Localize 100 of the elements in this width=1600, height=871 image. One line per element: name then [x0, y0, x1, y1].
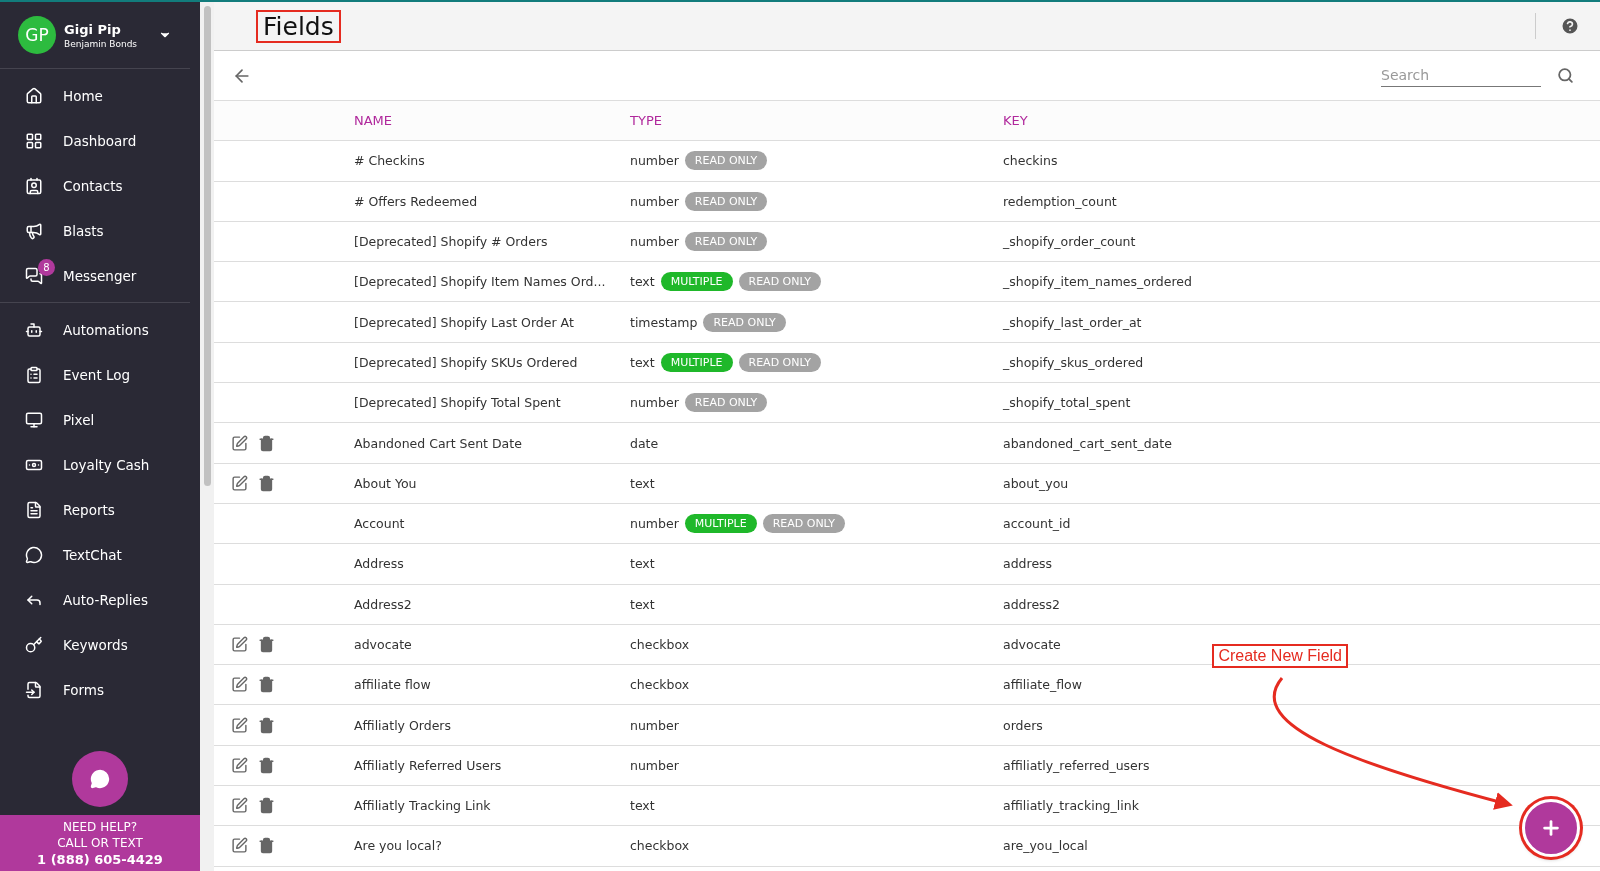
table-cell-text: _shopify_total_spent — [1003, 395, 1132, 411]
table-cell: text — [630, 475, 655, 491]
table-cell-text: about_you — [1003, 475, 1070, 491]
tag: READ ONLY — [738, 272, 821, 292]
table-cell-text: advocate — [1003, 637, 1062, 652]
document-icon — [25, 500, 43, 519]
edit-icon[interactable] — [231, 636, 248, 653]
robot-icon — [25, 320, 43, 339]
nav-item[interactable]: Pixel — [0, 397, 190, 442]
table-cell: timestamp — [630, 314, 698, 330]
nav-item[interactable]: Loyalty Cash — [0, 442, 190, 487]
trash-icon[interactable] — [258, 716, 275, 734]
table-cell-text: affiliatly_referred_users — [1003, 757, 1151, 773]
table-cell: checkbox — [630, 677, 690, 693]
tag: READ ONLY — [703, 312, 786, 332]
table-cell-text: [Deprecated] Shopify Item Names Ord... — [354, 274, 607, 290]
edit-icon[interactable] — [231, 676, 248, 694]
avatar: GP — [18, 16, 56, 54]
trash-icon[interactable] — [258, 837, 275, 855]
table-cell-text: abandoned_cart_sent_date — [1003, 435, 1173, 451]
nav-item[interactable]: Automations — [0, 307, 190, 352]
trash-icon[interactable] — [258, 434, 275, 452]
column-header[interactable]: NAME — [354, 113, 630, 129]
help-text: NEED HELP? — [62, 820, 138, 834]
add-button[interactable] — [1522, 799, 1580, 857]
table-cell: text — [630, 596, 655, 612]
trash-icon[interactable] — [258, 797, 275, 815]
edit-icon[interactable] — [231, 474, 248, 492]
nav-item[interactable]: Auto-Replies — [0, 577, 190, 622]
table-cell-text: _shopify_skus_ordered — [1003, 354, 1145, 370]
table-cell: text — [630, 798, 655, 814]
table-cell: text — [630, 274, 655, 290]
table-cell-text: checkins — [1003, 153, 1059, 169]
edit-icon[interactable] — [231, 716, 248, 734]
table-cell-text: Address — [354, 556, 405, 572]
phone-number[interactable]: 1 (888) 605-4429 — [37, 852, 163, 867]
column-header[interactable]: TYPE — [630, 113, 1003, 129]
table-cell-text: Account — [354, 516, 406, 532]
trash-icon[interactable] — [258, 676, 275, 694]
user-subtitle: Benjamin Bonds — [64, 38, 139, 49]
table-cell: date — [630, 435, 659, 451]
table-cell-text: Are you local? — [354, 838, 443, 854]
chat-icon — [90, 769, 110, 789]
edit-icon[interactable] — [231, 756, 248, 774]
table-cell-text: # Offers Redeemed — [354, 193, 479, 209]
table-cell-text: [Deprecated] Shopify SKUs Ordered — [354, 354, 579, 370]
contact-card-icon — [25, 176, 43, 195]
nav-item[interactable]: Keywords — [0, 622, 190, 667]
nav-item[interactable]: Event Log — [0, 352, 190, 397]
table-cell-text: address — [1003, 556, 1054, 572]
tag: READ ONLY — [684, 393, 768, 413]
speech-bubble-icon — [25, 545, 43, 564]
home-icon — [25, 86, 43, 105]
table-cell-text: _shopify_order_count — [1003, 234, 1137, 250]
form-icon — [25, 680, 43, 699]
monitor-icon — [25, 410, 43, 429]
table-cell-text: redemption_count — [1003, 193, 1118, 209]
chat-button[interactable] — [72, 751, 128, 807]
tag: READ ONLY — [684, 151, 768, 171]
nav-item[interactable]: Blasts — [0, 208, 190, 253]
tag: MULTIPLE — [660, 272, 733, 292]
help-icon[interactable] — [1560, 16, 1580, 36]
tag: MULTIPLE — [660, 352, 733, 372]
table-cell-text: Address2 — [354, 596, 413, 612]
nav-item[interactable]: TextChat — [0, 532, 190, 577]
trash-icon[interactable] — [258, 474, 275, 492]
trash-icon[interactable] — [258, 636, 275, 653]
trash-icon[interactable] — [258, 756, 275, 774]
nav-item[interactable]: Reports — [0, 487, 190, 532]
nav-item[interactable]: 8 Messenger — [0, 253, 190, 298]
table-cell: number — [630, 516, 679, 532]
scrollbar[interactable] — [200, 2, 214, 871]
table-cell: number — [630, 757, 679, 773]
table-cell-text: # Checkins — [354, 153, 426, 169]
table-cell-text: advocate — [354, 637, 413, 652]
edit-icon[interactable] — [231, 434, 248, 452]
table-cell-text: affiliate_flow — [1003, 677, 1083, 693]
chat-bubbles-icon — [25, 266, 43, 285]
nav-item[interactable]: Home — [0, 73, 190, 118]
table-cell-text: Affiliatly Referred Users — [354, 757, 503, 773]
table-cell: text — [630, 354, 655, 370]
table-cell-text: _shopify_last_order_at — [1003, 314, 1143, 330]
search-icon[interactable] — [1557, 67, 1574, 84]
column-header[interactable]: KEY — [1003, 113, 1600, 129]
table-cell-text: [Deprecated] Shopify Last Order At — [354, 314, 575, 330]
table-cell-text: orders — [1003, 717, 1044, 733]
edit-icon[interactable] — [231, 797, 248, 815]
nav-item[interactable]: Forms — [0, 667, 190, 712]
megaphone-icon — [25, 221, 43, 240]
table-cell-text: Affiliatly Tracking Link — [354, 798, 492, 814]
table-cell: text — [630, 556, 655, 572]
nav-item[interactable]: Contacts — [0, 163, 190, 208]
edit-icon[interactable] — [231, 837, 248, 855]
table-cell-text: affiliate flow — [354, 677, 432, 693]
clipboard-icon — [25, 365, 43, 384]
help-text: CALL OR TEXT — [57, 836, 143, 850]
nav-item[interactable]: Dashboard — [0, 118, 190, 163]
table-cell-text: [Deprecated] Shopify # Orders — [354, 234, 549, 250]
tag: MULTIPLE — [684, 514, 757, 534]
table-cell-text: account_id — [1003, 516, 1072, 532]
